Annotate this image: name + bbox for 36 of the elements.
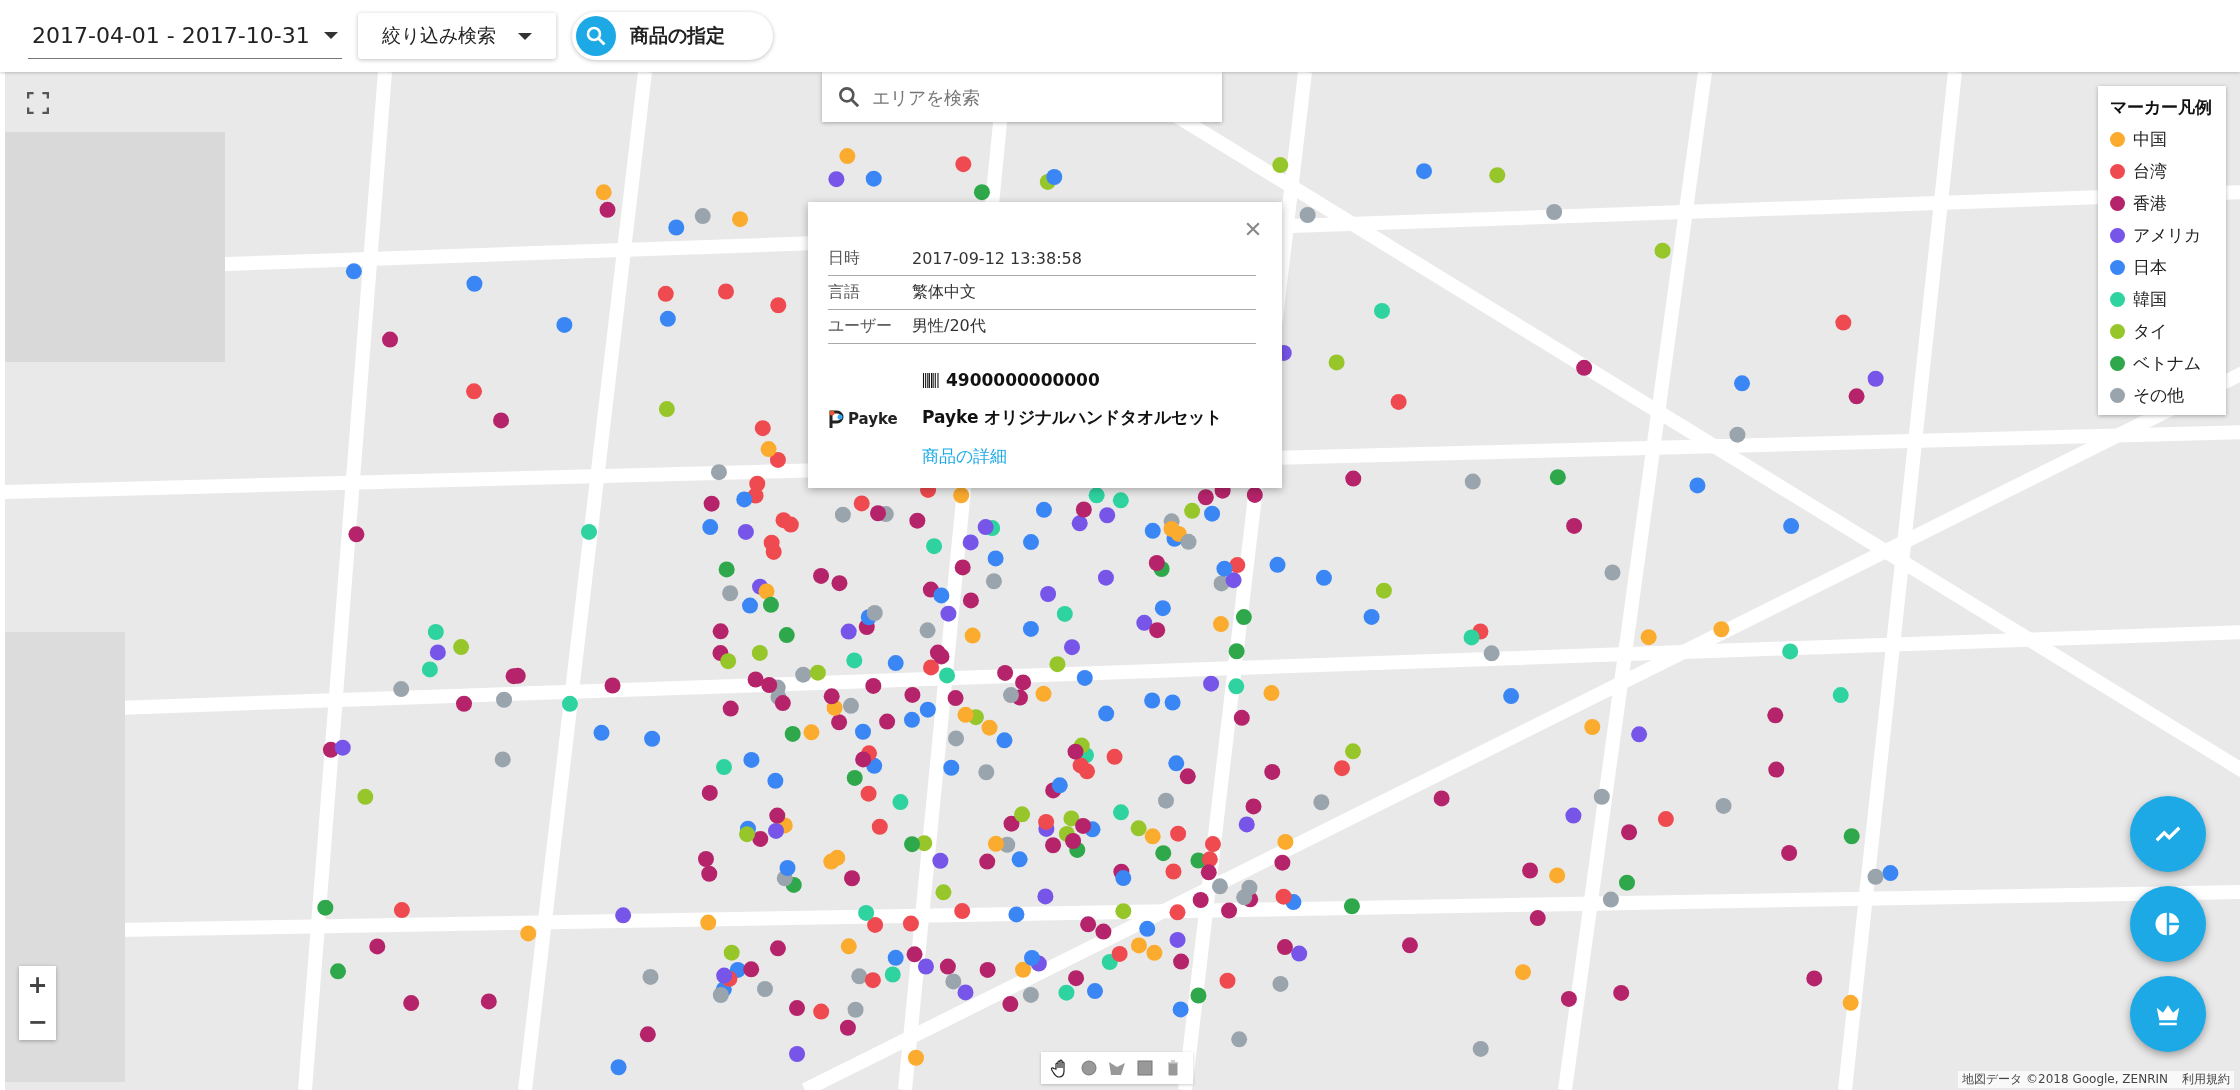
legend-label: 韓国 (2133, 288, 2167, 311)
legend-title: マーカー凡例 (2110, 96, 2212, 119)
info-label: ユーザー (828, 316, 893, 337)
legend-label: その他 (2133, 384, 2184, 407)
legend-label: 台湾 (2133, 160, 2167, 183)
product-select-button[interactable]: 商品の指定 (571, 12, 773, 60)
barcode-icon (922, 372, 940, 388)
info-value: 繁体中文 (912, 282, 976, 303)
brand-name: Payke (848, 410, 898, 428)
close-icon[interactable] (1246, 222, 1260, 236)
legend-label: ベトナム (2133, 352, 2201, 375)
search-icon (575, 16, 616, 56)
zoom-out-button[interactable]: − (19, 1003, 56, 1040)
product-name: Payke オリジナルハンドタオルセット (922, 406, 1223, 429)
info-value: 2017-09-12 13:38:58 (912, 249, 1082, 268)
logo-icon (828, 409, 844, 429)
search-icon (836, 84, 862, 110)
legend-label: 日本 (2133, 256, 2167, 279)
caret-icon (517, 32, 532, 40)
barcode-number: 4900000000000 (946, 370, 1100, 390)
map-attribution: 地図データ ©2018 Google, ZENRIN (1962, 1071, 2168, 1088)
filter-dropdown[interactable]: 絞り込み検索 (357, 13, 556, 59)
area-search-field[interactable]: エリアを検索 (822, 72, 1222, 122)
fullscreen-icon[interactable] (27, 92, 49, 114)
terms-link[interactable]: 利用規約 (2182, 1071, 2230, 1088)
info-label: 言語 (828, 282, 861, 303)
caret-icon (323, 32, 338, 39)
legend-label: タイ (2133, 320, 2167, 343)
zoom-in-button[interactable]: + (19, 966, 56, 1003)
rectangle-icon[interactable] (1135, 1058, 1155, 1078)
legend-label: 香港 (2133, 192, 2167, 215)
circle-icon[interactable] (1079, 1058, 1099, 1078)
legend-label: 中国 (2133, 128, 2167, 151)
info-value: 男性/20代 (912, 316, 986, 337)
info-label: 日時 (828, 248, 861, 269)
legend-label: アメリカ (2133, 224, 2201, 247)
